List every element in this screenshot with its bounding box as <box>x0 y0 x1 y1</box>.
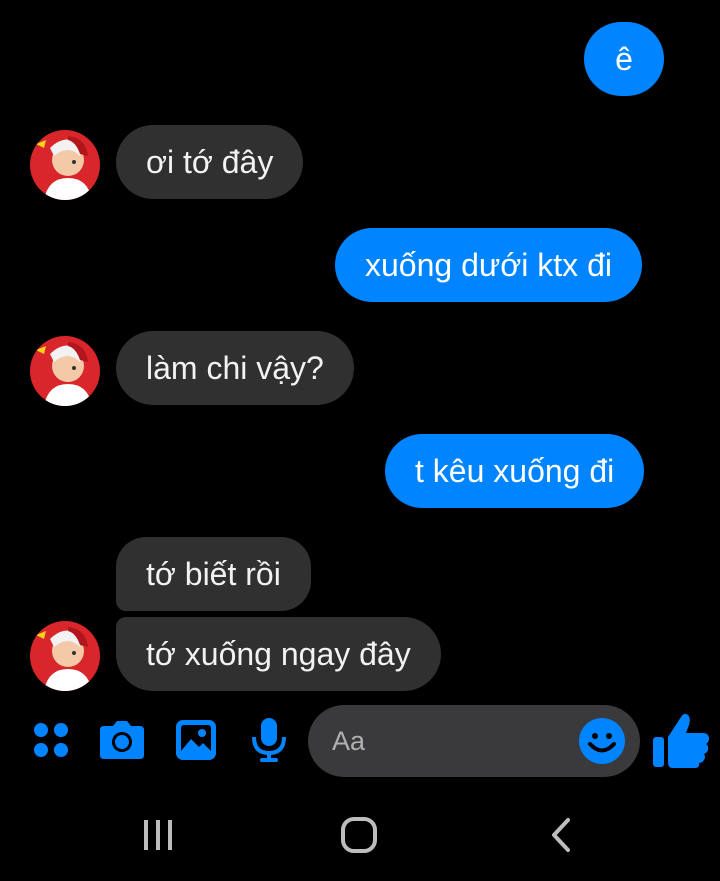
emoji-icon[interactable] <box>578 717 626 765</box>
contact-avatar[interactable] <box>30 621 100 691</box>
message-input[interactable]: Aa <box>308 705 640 777</box>
contact-avatar[interactable] <box>30 130 100 200</box>
back-icon[interactable] <box>531 805 591 865</box>
message-incoming[interactable]: tớ xuống ngay đây <box>116 617 441 691</box>
message-input-placeholder: Aa <box>332 726 366 756</box>
gallery-icon[interactable] <box>171 715 221 765</box>
thumbs-up-icon[interactable] <box>650 710 712 772</box>
home-icon[interactable] <box>329 805 389 865</box>
message-incoming[interactable]: làm chi vậy? <box>116 331 354 405</box>
message-incoming[interactable]: ơi tớ đây <box>116 125 304 199</box>
camera-icon[interactable] <box>97 715 147 765</box>
microphone-icon[interactable] <box>244 715 294 765</box>
message-outgoing[interactable]: ê <box>584 22 664 96</box>
message-outgoing[interactable]: t kêu xuống đi <box>385 434 645 508</box>
recent-apps-icon[interactable] <box>128 805 188 865</box>
message-incoming[interactable]: tớ biết rồi <box>116 537 311 611</box>
menu-dots-icon[interactable] <box>26 715 76 765</box>
chat-screen: ê ơi tớ đây xuống dưới ktx đi làm chi vậ… <box>0 0 720 881</box>
message-outgoing[interactable]: xuống dưới ktx đi <box>335 228 642 302</box>
contact-avatar[interactable] <box>30 336 100 406</box>
